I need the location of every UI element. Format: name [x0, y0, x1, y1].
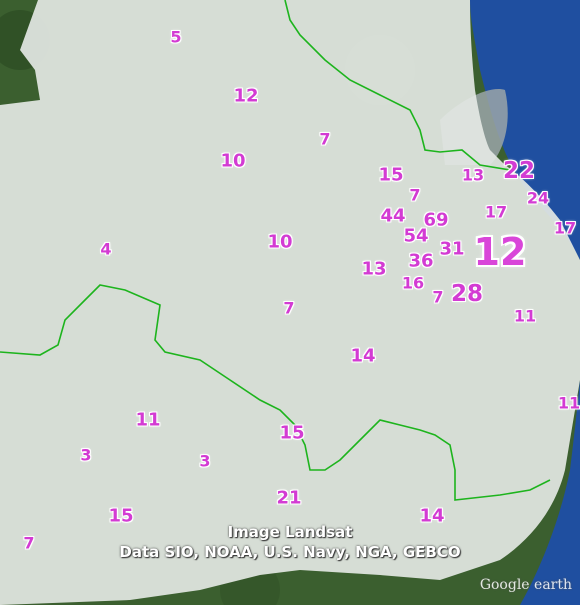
map-label: 22: [502, 158, 536, 184]
map-label: 14: [350, 345, 376, 367]
map-label: 5: [170, 27, 182, 47]
map-label: 17: [484, 202, 508, 222]
map-label: 10: [220, 150, 246, 172]
map-label: 7: [283, 298, 295, 318]
map-view[interactable]: 5 12 7 10 15 13 22 7 24 44 69 17 17 4 10…: [0, 0, 580, 605]
map-label: 3: [199, 451, 211, 471]
map-label: 11: [557, 393, 580, 413]
imagery-attribution: Image Landsat: [227, 523, 353, 541]
map-label: 13: [361, 258, 387, 280]
map-label: 11: [135, 409, 161, 431]
map-label: 3: [80, 445, 92, 465]
map-label: 44: [380, 205, 406, 227]
google-earth-logo: Google earth: [479, 577, 572, 593]
map-label: 28: [450, 281, 484, 307]
map-label: 4: [100, 239, 112, 259]
data-attribution: Data SIO, NOAA, U.S. Navy, NGA, GEBCO: [119, 543, 461, 561]
map-label: 31: [439, 238, 465, 260]
map-label: 36: [408, 250, 434, 272]
map-label: 17: [553, 218, 577, 238]
map-label: 13: [461, 165, 485, 185]
map-label: 16: [401, 273, 425, 293]
map-label: 7: [409, 185, 421, 205]
map-label: 10: [267, 231, 293, 253]
map-label-large: 12: [473, 230, 527, 274]
map-label: 12: [233, 85, 259, 107]
map-label: 15: [279, 422, 305, 444]
map-label: 7: [319, 129, 331, 149]
map-label: 7: [432, 287, 444, 307]
map-label: 11: [513, 306, 537, 326]
map-label: 54: [403, 225, 429, 247]
map-label: 21: [276, 487, 302, 509]
map-label: 15: [378, 164, 404, 186]
map-label: 24: [526, 188, 550, 208]
